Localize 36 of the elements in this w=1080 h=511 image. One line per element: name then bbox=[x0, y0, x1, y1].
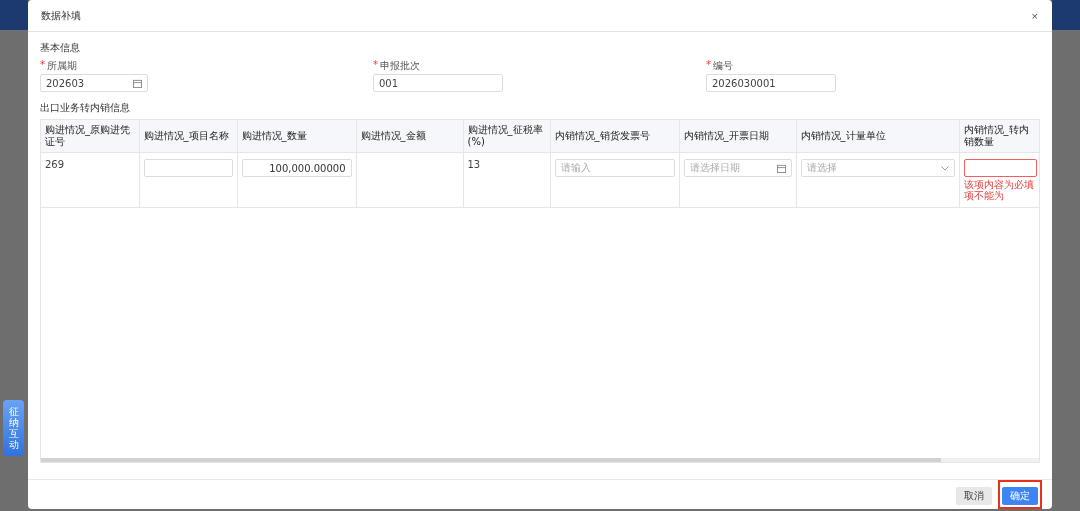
column-header: 内销情况_转内销数量 bbox=[959, 120, 1039, 153]
header-bar bbox=[0, 0, 28, 30]
required-mark: * bbox=[40, 59, 45, 72]
table-cell: 269 bbox=[45, 159, 65, 170]
scrollbar-thumb[interactable] bbox=[41, 458, 941, 462]
calendar-icon bbox=[133, 78, 142, 88]
calendar-icon bbox=[776, 163, 786, 173]
column-header: 内销情况_计量单位 bbox=[796, 120, 959, 153]
error-message: 该项内容为必填项不能为 bbox=[963, 179, 1035, 201]
field-label: 编号 bbox=[713, 59, 733, 73]
input-field[interactable] bbox=[963, 159, 1037, 177]
dialog-title: 数据补填 bbox=[41, 8, 81, 23]
input-field[interactable]: 001 bbox=[373, 74, 503, 92]
input-field[interactable]: 202603 bbox=[40, 74, 148, 92]
input-field[interactable]: 100,000.00000 bbox=[241, 159, 352, 177]
header-bar bbox=[1052, 0, 1080, 30]
column-header: 购进情况_征税率(%) bbox=[463, 120, 550, 153]
chevron-down-icon bbox=[940, 165, 949, 171]
field-label: 所属期 bbox=[47, 59, 77, 73]
column-header: 购进情况_金额 bbox=[356, 120, 463, 153]
column-header: 内销情况_销货发票号 bbox=[550, 120, 679, 153]
cancel-button[interactable]: 取消 bbox=[956, 487, 992, 505]
table-cell: 13 bbox=[467, 159, 481, 170]
input-field[interactable]: 2026030001 bbox=[706, 74, 836, 92]
required-mark: * bbox=[373, 59, 378, 72]
side-tab[interactable]: 征纳互动 bbox=[3, 400, 24, 456]
required-mark: * bbox=[706, 59, 711, 72]
section-title: 基本信息 bbox=[40, 41, 81, 55]
section-title: 出口业务转内销信息 bbox=[40, 101, 131, 115]
field-label: 申报批次 bbox=[380, 59, 420, 73]
column-header: 购进情况_数量 bbox=[237, 120, 356, 153]
close-button[interactable]: × bbox=[1031, 9, 1038, 22]
confirm-button[interactable]: 确定 bbox=[1002, 487, 1038, 505]
column-header: 购进情况_项目名称 bbox=[139, 120, 237, 153]
column-header: 内销情况_开票日期 bbox=[679, 120, 796, 153]
column-header: 购进情况_原购进凭证号 bbox=[41, 120, 139, 153]
